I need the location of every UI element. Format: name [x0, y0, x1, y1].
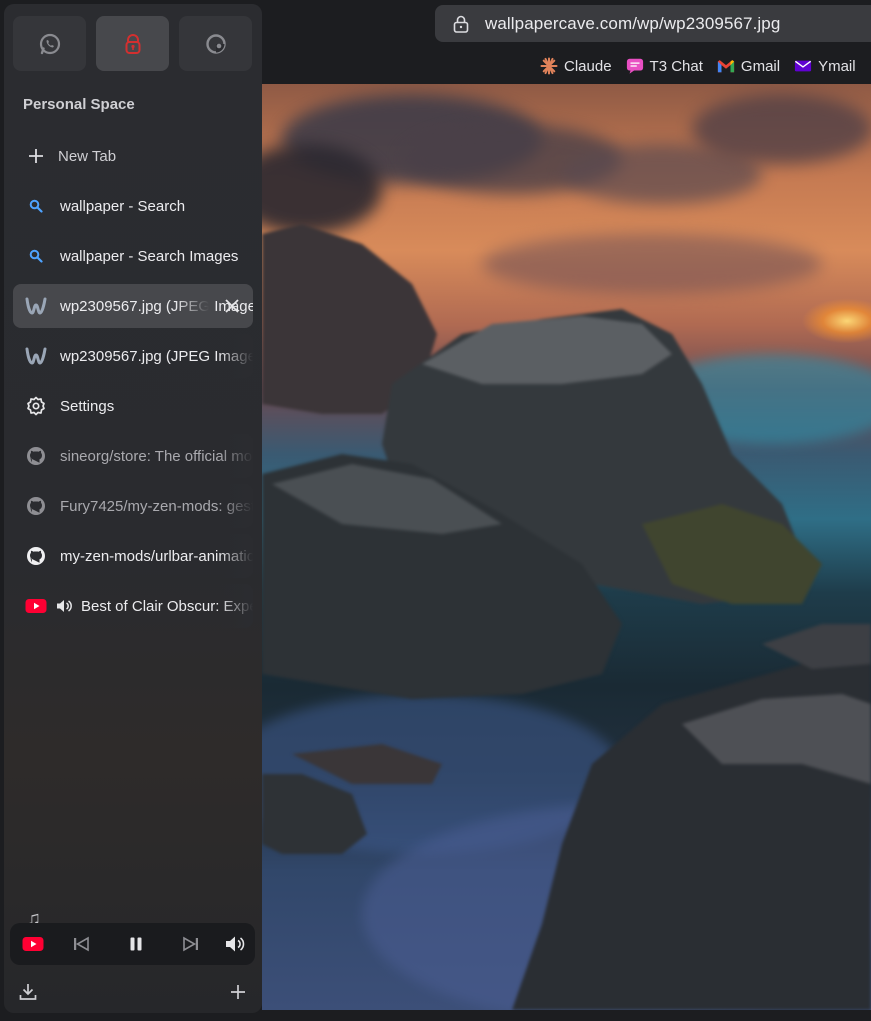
- bookmark-label: T3 Chat: [649, 57, 703, 75]
- pause-icon[interactable]: [125, 933, 147, 955]
- tab-label: wallpaper - Search Images: [60, 247, 239, 265]
- address-bar[interactable]: wallpapercave.com/wp/wp2309567.jpg: [435, 5, 871, 42]
- tab-item[interactable]: sineorg/store: The official mods store: [13, 434, 253, 478]
- volume-icon[interactable]: [224, 933, 246, 955]
- previous-track-icon[interactable]: [70, 933, 92, 955]
- downloads-icon[interactable]: [18, 982, 38, 1002]
- essential-whatsapp[interactable]: [13, 16, 86, 71]
- close-icon[interactable]: [223, 297, 241, 315]
- bookmark-gmail[interactable]: Gmail: [717, 57, 780, 75]
- search-icon: [25, 195, 47, 217]
- plus-icon: [25, 145, 47, 167]
- speaker-icon[interactable]: [55, 597, 73, 615]
- essential-web-app[interactable]: [179, 16, 252, 71]
- next-track-icon[interactable]: [180, 933, 202, 955]
- tab-label: Settings: [60, 397, 115, 415]
- bookmark-label: Gmail: [740, 57, 781, 75]
- sidebar: Personal Space New Tab wallpaper - Searc…: [4, 4, 262, 1013]
- whatsapp-icon: [39, 33, 60, 54]
- tab-item-active[interactable]: wp2309567.jpg (JPEG Image, 1920 × 1200 p…: [13, 284, 253, 328]
- bookmark-ymail[interactable]: Ymail: [794, 57, 856, 75]
- web-app-icon: [205, 33, 226, 54]
- bookmark-label: Claude: [564, 57, 612, 75]
- bookmark-claude[interactable]: Claude: [540, 57, 612, 75]
- new-tab-button[interactable]: New Tab: [13, 134, 253, 178]
- tab-item[interactable]: wallpaper - Search: [13, 184, 253, 228]
- t3-chat-icon: [626, 57, 644, 75]
- youtube-icon[interactable]: [22, 933, 44, 955]
- essentials-row: [13, 16, 252, 71]
- media-controls: [10, 923, 255, 965]
- tab-item[interactable]: Best of Clair Obscur: Expedition 33: [13, 584, 253, 628]
- bookmarks-toolbar: Claude T3 Chat Gmail Ymail: [540, 52, 856, 80]
- workspace-title: Personal Space: [23, 96, 135, 113]
- search-icon: [25, 245, 47, 267]
- bookmark-label: Ymail: [818, 57, 856, 75]
- gmail-icon: [717, 57, 735, 75]
- tab-item[interactable]: Settings: [13, 384, 253, 428]
- wallpapercave-icon: [25, 295, 47, 317]
- sidebar-bottom-bar: [18, 982, 248, 1004]
- tab-item[interactable]: wp2309567.jpg (JPEG Image, 1920 × 1200 p…: [13, 334, 253, 378]
- tab-label: wallpaper - Search: [60, 197, 186, 215]
- new-workspace-icon[interactable]: [228, 982, 248, 1002]
- wallpapercave-icon: [25, 345, 47, 367]
- claude-icon: [540, 57, 558, 75]
- bookmark-t3-chat[interactable]: T3 Chat: [626, 57, 703, 75]
- lock-icon: [453, 15, 469, 33]
- cloudflare-lock-icon: [125, 33, 140, 54]
- github-icon: [25, 545, 47, 567]
- tab-label: New Tab: [58, 147, 117, 165]
- url-text: wallpapercave.com/wp/wp2309567.jpg: [485, 13, 781, 33]
- github-icon: [25, 495, 47, 517]
- github-icon: [25, 445, 47, 467]
- youtube-icon: [25, 595, 47, 617]
- page-content-image: [262, 84, 871, 1010]
- essential-cloudflare-lock[interactable]: [96, 16, 169, 71]
- tab-list: New Tab wallpaper - Search wallpaper - S…: [13, 134, 253, 634]
- tab-item[interactable]: my-zen-mods/urlbar-animation: [13, 534, 253, 578]
- tab-item[interactable]: Fury7425/my-zen-mods: gesture: [13, 484, 253, 528]
- gear-icon: [25, 395, 47, 417]
- ymail-icon: [794, 57, 812, 75]
- tab-item[interactable]: wallpaper - Search Images: [13, 234, 253, 278]
